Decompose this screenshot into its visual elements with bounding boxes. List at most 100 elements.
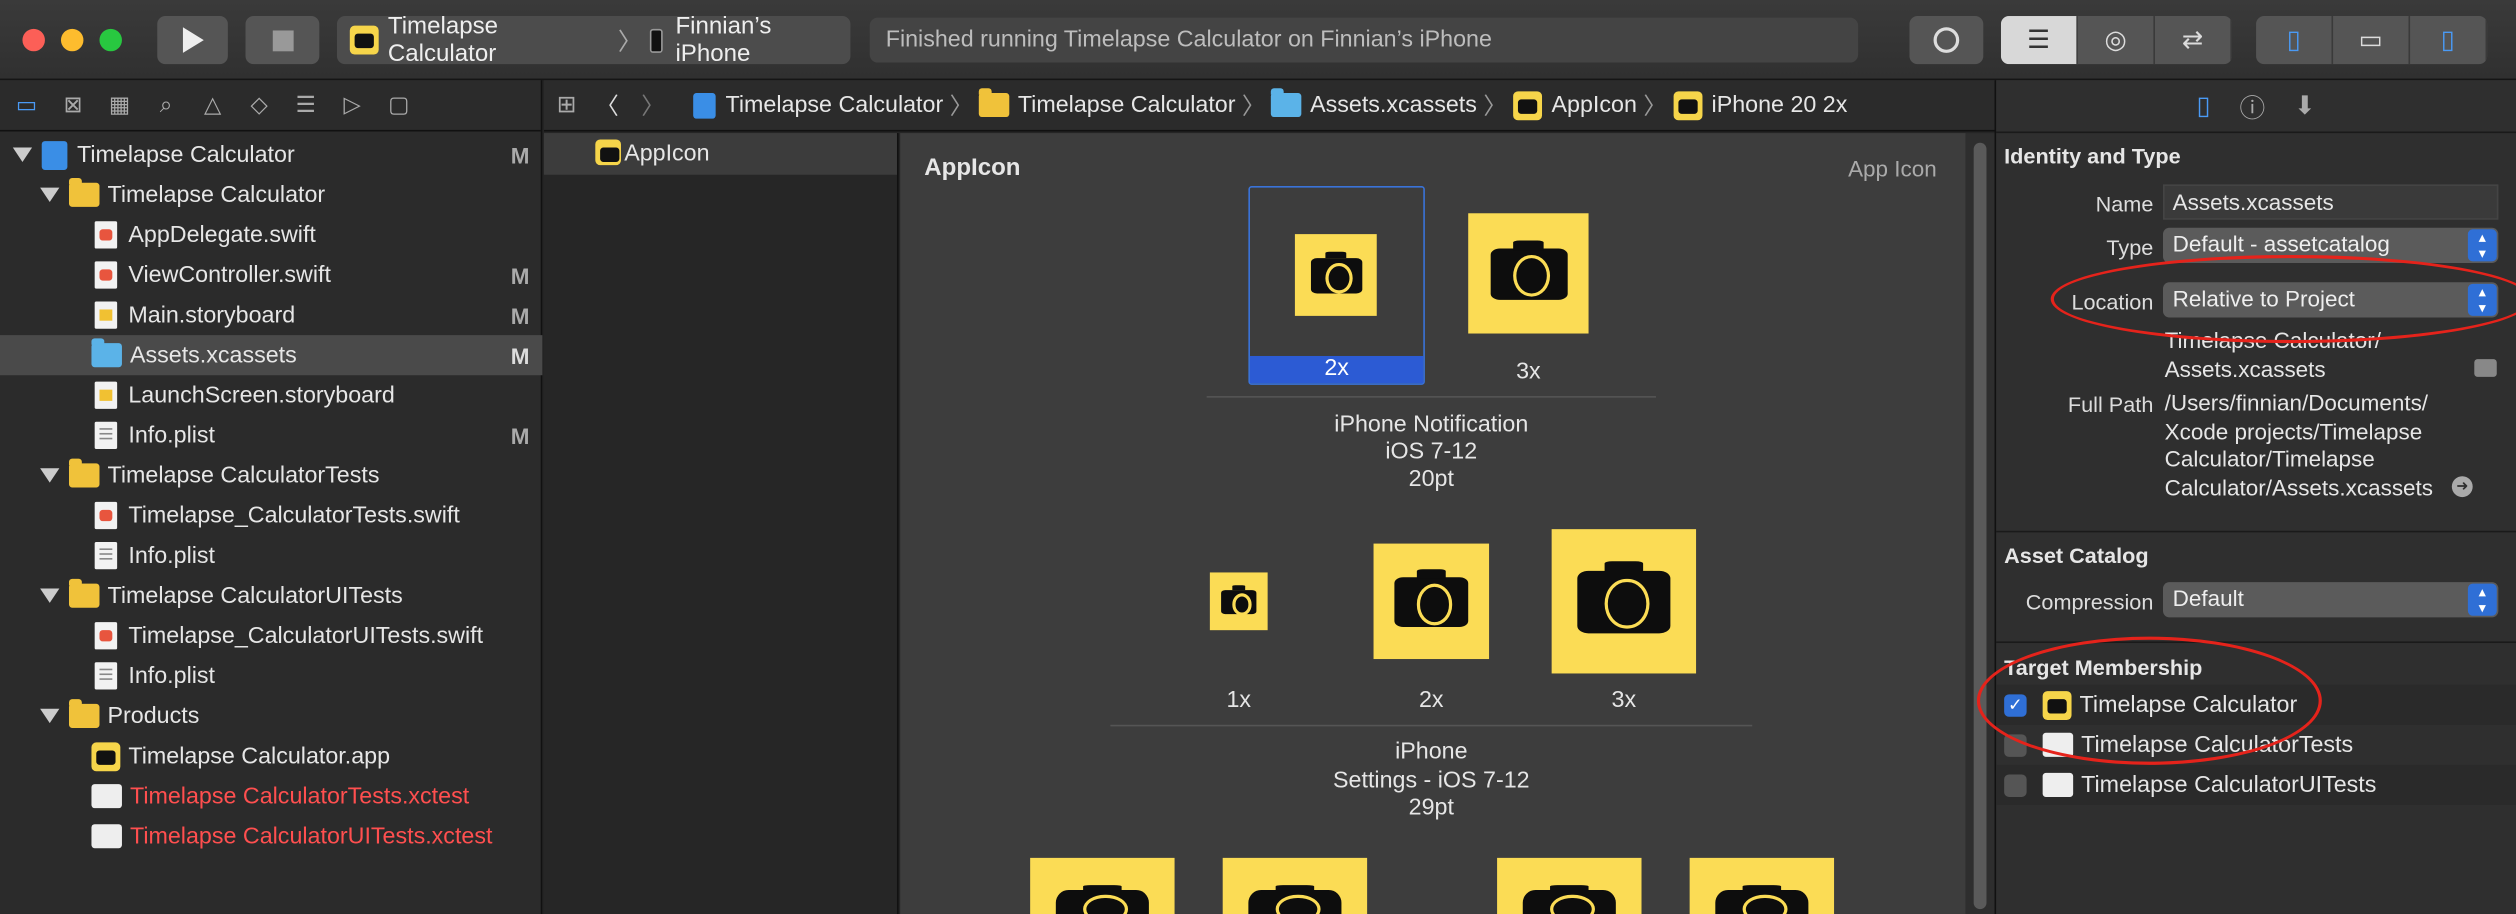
app-icon-image[interactable]: [1468, 213, 1589, 334]
folder-icon: [68, 578, 100, 608]
scheme-selector[interactable]: Timelapse Calculator 〉 Finnian’s iPhone: [336, 13, 851, 67]
navigator-item-file[interactable]: Info.plist M: [0, 415, 542, 455]
debug-area-toggle-icon[interactable]: ▭: [2333, 16, 2411, 65]
disclosure-icon[interactable]: [40, 468, 60, 483]
inspector-toggle-icon[interactable]: ▯: [2410, 16, 2488, 65]
back-button[interactable]: 〈: [596, 88, 619, 122]
navigator-item-file[interactable]: Timelapse_CalculatorUITests.swift: [0, 616, 542, 656]
breadcrumb-slot[interactable]: iPhone 20 2x: [1712, 92, 1848, 118]
navigator-item-file[interactable]: Timelapse CalculatorUITests.xctest: [0, 816, 542, 856]
app-icon-image[interactable]: [1551, 529, 1697, 674]
navigator-toggle-icon[interactable]: ▯: [2256, 16, 2334, 65]
fullpath-label: Full Path: [2067, 392, 2154, 417]
navigator-item-file[interactable]: AppDelegate.swift: [0, 215, 542, 255]
forward-button[interactable]: 〉: [641, 88, 664, 122]
app-icon: [349, 25, 379, 55]
disclosure-icon[interactable]: [40, 708, 60, 724]
minimize-window-button[interactable]: [60, 28, 84, 52]
test-icon[interactable]: ◇: [242, 88, 276, 122]
item-label: LaunchScreen.storyboard: [128, 382, 395, 409]
checkbox[interactable]: [2004, 773, 2027, 797]
navigator-item-file-selected[interactable]: Assets.xcassets M: [0, 335, 543, 376]
report-icon[interactable]: ▢: [382, 88, 416, 122]
warning-icon[interactable]: △: [196, 88, 230, 122]
app-icon-image[interactable]: [1209, 572, 1268, 631]
zoom-window-button[interactable]: [99, 28, 122, 52]
modified-badge: M: [510, 342, 530, 369]
editor-scrollbar[interactable]: [1965, 133, 1995, 914]
slot-label: 3x: [1611, 687, 1637, 714]
disclosure-icon[interactable]: [12, 147, 33, 162]
breadcrumb-asset[interactable]: AppIcon: [1552, 92, 1637, 118]
item-label: Info.plist: [128, 663, 216, 689]
navigator-item-file[interactable]: LaunchScreen.storyboard: [0, 375, 542, 415]
activity-status: Finished running Timelapse Calculator on…: [869, 17, 1859, 63]
asset-item-label: AppIcon: [624, 141, 710, 167]
updown-chevron-icon: ▴ ▾: [2467, 229, 2497, 262]
app-icon-image[interactable]: [1030, 857, 1175, 914]
app-icon-image[interactable]: [1689, 857, 1835, 914]
camera-icon: [1489, 240, 1567, 300]
related-items-icon[interactable]: ⊞: [557, 92, 577, 118]
stop-icon: [271, 29, 293, 51]
asset-list: AppIcon: [543, 133, 899, 914]
app-icon-image[interactable]: [1222, 857, 1368, 914]
scrollbar-thumb[interactable]: [1973, 142, 1987, 910]
symbol-icon[interactable]: ▦: [103, 88, 137, 122]
asset-title: AppIcon: [924, 153, 1021, 182]
target-row[interactable]: Timelapse CalculatorUITests: [1996, 764, 2516, 805]
breakpoint-icon[interactable]: ▷: [335, 88, 369, 122]
updown-chevron-icon: ▴ ▾: [2467, 583, 2497, 616]
standard-editor-icon[interactable]: ☰: [2000, 16, 2078, 65]
app-icon-image[interactable]: [1497, 857, 1642, 914]
folder-browse-icon[interactable]: [2474, 359, 2497, 377]
navigator-item-file[interactable]: Info.plist: [0, 536, 542, 576]
compression-popup[interactable]: Default ▴ ▾: [2163, 582, 2499, 618]
type-value: Default - assetcatalog: [2172, 230, 2390, 257]
navigator-item-group[interactable]: Products: [0, 696, 542, 736]
asset-catalog-icon: [91, 338, 122, 368]
attributes-icon[interactable]: ⬇: [2294, 90, 2316, 122]
asset-item-appicon[interactable]: AppIcon: [543, 133, 897, 175]
navigator-item-project[interactable]: Timelapse Calculator M: [0, 135, 542, 175]
navigator-item-file[interactable]: Timelapse CalculatorTests.xctest: [0, 776, 542, 816]
breadcrumb-catalog[interactable]: Assets.xcassets: [1310, 92, 1477, 118]
source-control-icon[interactable]: ⊠: [56, 88, 90, 122]
camera-icon: [1221, 585, 1257, 616]
close-window-button[interactable]: [22, 28, 45, 52]
navigator-item-group[interactable]: Timelapse CalculatorUITests: [0, 576, 542, 616]
item-label: Assets.xcassets: [129, 342, 297, 369]
disclosure-icon[interactable]: [40, 187, 60, 203]
run-button[interactable]: [157, 16, 228, 65]
navigator-item-group[interactable]: Timelapse Calculator: [0, 175, 542, 215]
name-field[interactable]: Assets.xcassets: [2163, 184, 2499, 220]
folder-icon: [979, 88, 1010, 118]
breadcrumb-project[interactable]: Timelapse Calculator: [726, 92, 944, 118]
chevron-right-icon: 〉: [1241, 94, 1266, 121]
search-icon[interactable]: ⌕: [149, 88, 183, 122]
slot-group-os: iOS 7-12: [1385, 439, 1478, 466]
reveal-arrow-icon[interactable]: ➜: [2451, 476, 2473, 498]
library-button[interactable]: [1909, 16, 1984, 65]
file-inspector-icon[interactable]: ▯: [2196, 90, 2210, 122]
navigator-item-file[interactable]: ViewController.swift M: [0, 255, 542, 295]
assistant-editor-icon[interactable]: ◎: [2078, 16, 2155, 65]
editor-mode-control: ☰ ◎ ⇄: [2000, 16, 2232, 65]
folder-icon[interactable]: ▭: [10, 88, 44, 122]
divider: [1996, 530, 2516, 533]
disclosure-icon[interactable]: [40, 588, 60, 603]
app-icon-image[interactable]: [1373, 543, 1490, 660]
navigator-item-file[interactable]: Timelapse Calculator.app: [0, 736, 542, 776]
breadcrumb-group[interactable]: Timelapse Calculator: [1018, 92, 1236, 118]
version-editor-icon[interactable]: ⇄: [2155, 16, 2232, 65]
debug-icon[interactable]: ☰: [289, 88, 323, 122]
storyboard-file-icon: [94, 301, 118, 329]
app-icon-image[interactable]: [1294, 234, 1377, 316]
navigator-item-file[interactable]: Info.plist: [0, 656, 542, 696]
navigator-item-group[interactable]: Timelapse CalculatorTests: [0, 455, 542, 495]
bundle-icon: [91, 784, 122, 809]
help-icon[interactable]: ⓘ: [2240, 87, 2266, 125]
stop-button[interactable]: [245, 16, 320, 65]
navigator-item-file[interactable]: Timelapse_CalculatorTests.swift: [0, 495, 542, 535]
navigator-item-file[interactable]: Main.storyboard M: [0, 295, 542, 335]
